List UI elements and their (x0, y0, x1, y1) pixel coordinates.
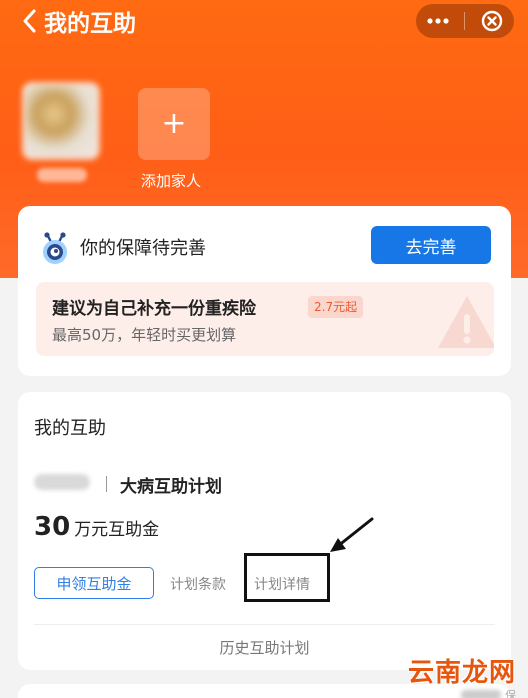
suggestion-title: 建议为自己补充一份重疾险 (52, 299, 256, 319)
family-member-self[interactable] (22, 82, 102, 182)
mutual-aid-card: 我的互助 大病互助计划 30 万元互助金 申领互助金 计划条款 计划详情 历史互… (18, 392, 511, 670)
more-button[interactable] (421, 4, 455, 38)
avatar-name-redacted (37, 168, 87, 182)
protection-card: 你的保障待完善 去完善 建议为自己补充一份重疾险 2.7元起 最高50万，年轻时… (18, 206, 511, 376)
capsule-divider (464, 12, 466, 30)
back-button[interactable]: 我的互助 (22, 4, 136, 38)
apply-aid-button[interactable]: 申领互助金 (34, 567, 154, 599)
mascot-icon (43, 232, 67, 264)
plus-icon: + (161, 106, 187, 141)
avatar (22, 82, 100, 160)
plan-name: 大病互助计划 (120, 477, 222, 497)
complete-protection-button[interactable]: 去完善 (371, 226, 491, 264)
price-badge: 2.7元起 (308, 296, 364, 318)
amount-unit: 万元互助金 (74, 520, 160, 540)
add-family-member[interactable]: + 添加家人 (138, 88, 212, 191)
section-title: 我的互助 (34, 418, 106, 439)
protection-status-title: 你的保障待完善 (80, 238, 206, 259)
member-name-redacted (34, 474, 90, 490)
suggestion-subtitle: 最高50万，年轻时买更划算 (52, 326, 237, 344)
annotation-highlight-box (244, 553, 330, 602)
page-title: 我的互助 (44, 11, 136, 37)
close-button[interactable] (475, 4, 509, 38)
mini-program-capsule (416, 4, 514, 38)
plan-terms-link[interactable]: 计划条款 (170, 574, 226, 594)
add-family-label: 添加家人 (140, 172, 201, 190)
divider (106, 476, 107, 492)
coverage-amount: 30 万元互助金 (34, 512, 159, 542)
watermark-redacted (461, 690, 501, 698)
close-circle-icon (481, 10, 503, 32)
chevron-left-icon (23, 9, 36, 33)
watermark: 云南龙网 保 (408, 652, 516, 698)
more-icon (427, 18, 449, 24)
annotation-arrow-icon (330, 517, 374, 552)
warning-icon (438, 296, 494, 348)
amount-value: 30 (34, 512, 71, 542)
watermark-logo: 云南龙网 (407, 658, 516, 688)
divider (34, 624, 495, 625)
suggestion-banner[interactable]: 建议为自己补充一份重疾险 2.7元起 最高50万，年轻时买更划算 (36, 282, 494, 356)
watermark-sub: 保 (461, 687, 516, 698)
watermark-sub-text: 保 (505, 689, 516, 698)
add-family-button[interactable]: + (138, 88, 210, 160)
